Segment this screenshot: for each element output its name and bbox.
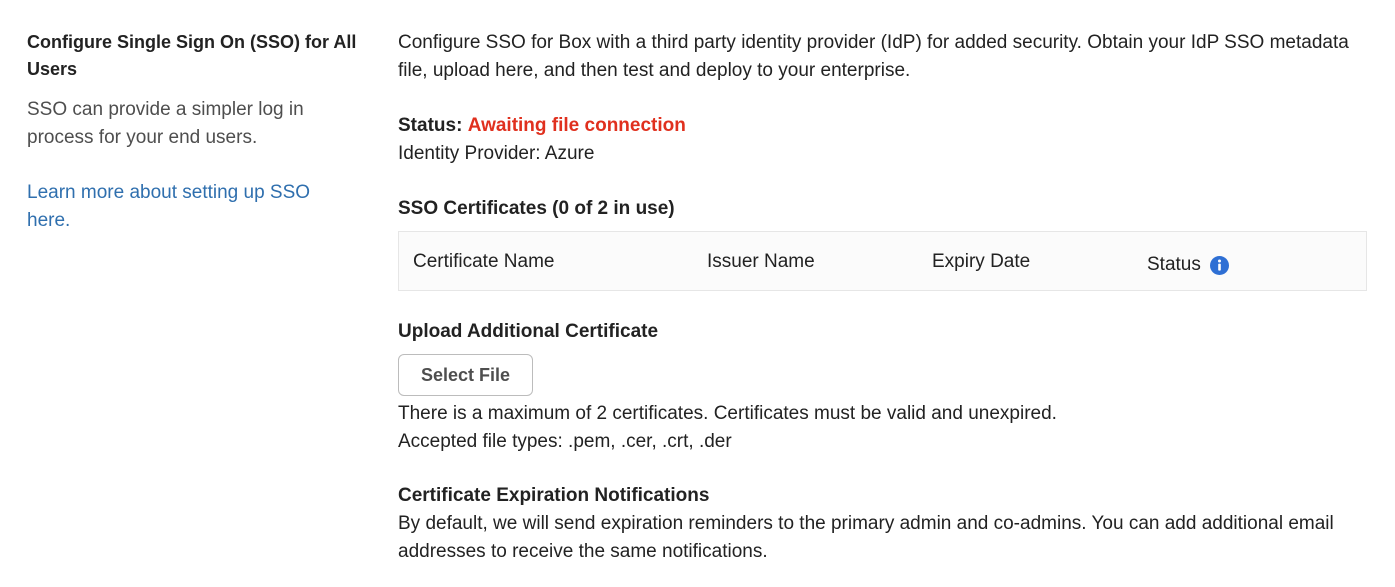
column-header-status-label: Status — [1147, 254, 1201, 275]
learn-more-link[interactable]: Learn more about setting up SSO here. — [27, 179, 357, 235]
upload-heading: Upload Additional Certificate — [398, 321, 659, 342]
sidebar-title: Configure Single Sign On (SSO) for All U… — [27, 32, 357, 79]
certificates-heading: SSO Certificates (0 of 2 in use) — [398, 198, 675, 219]
column-header-expiry-date: Expiry Date — [932, 251, 1031, 272]
status-block: Status: Awaiting file connection Identit… — [398, 112, 1369, 168]
identity-provider: Identity Provider: Azure — [398, 143, 595, 164]
status-line: Status: Awaiting file connection — [398, 112, 1369, 140]
status-value: Awaiting file connection — [467, 115, 686, 136]
accepted-file-types: Accepted file types: .pem, .cer, .crt, .… — [398, 431, 732, 452]
column-header-status: Status — [1147, 235, 1229, 295]
intro-text: Configure SSO for Box with a third party… — [398, 32, 1349, 81]
select-file-button[interactable]: Select File — [398, 354, 533, 396]
column-header-certificate-name: Certificate Name — [413, 251, 555, 272]
column-header-issuer-name: Issuer Name — [707, 251, 815, 272]
sso-settings-panel: Configure SSO for Box with a third party… — [398, 29, 1369, 566]
sidebar-description: SSO can provide a simpler log in process… — [27, 99, 304, 148]
certificates-table: Certificate Name Issuer Name Expiry Date… — [398, 231, 1367, 291]
notifications-text: By default, we will send expiration remi… — [398, 513, 1334, 562]
upload-help: There is a maximum of 2 certificates. Ce… — [398, 400, 1369, 456]
sidebar: Configure Single Sign On (SSO) for All U… — [27, 29, 357, 235]
max-certificates-note: There is a maximum of 2 certificates. Ce… — [398, 403, 1057, 424]
status-label: Status: — [398, 115, 463, 136]
notifications-heading: Certificate Expiration Notifications — [398, 485, 710, 506]
info-icon[interactable] — [1209, 255, 1229, 275]
